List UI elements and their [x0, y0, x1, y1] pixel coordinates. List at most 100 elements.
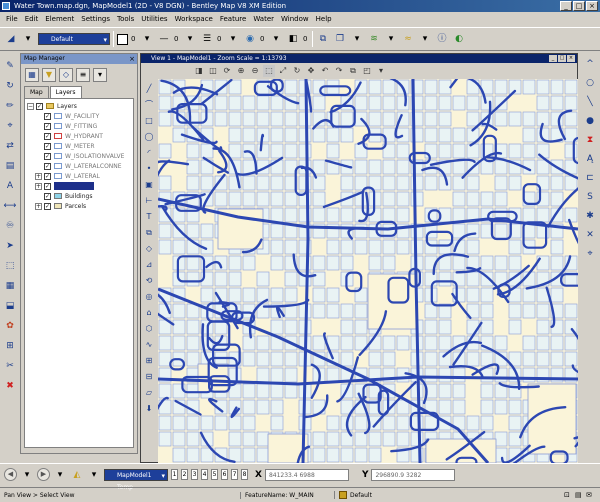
line-style-icon[interactable]: — — [157, 32, 171, 46]
point-place-icon[interactable]: ○ — [583, 76, 597, 89]
fitting-icon[interactable]: ⊏ — [583, 171, 597, 184]
pencil-icon[interactable]: ✏ — [3, 99, 17, 112]
rotate-element-icon[interactable]: ⟲ — [143, 275, 155, 287]
message-icon[interactable]: ✉ — [586, 491, 594, 499]
snap-tool-icon[interactable]: ⌖ — [583, 247, 597, 260]
fence-icon[interactable]: ⬚ — [3, 259, 17, 272]
view-next-icon[interactable]: ↷ — [333, 65, 345, 77]
view-6-button[interactable]: 6 — [221, 469, 228, 480]
valve-icon[interactable]: ⧗ — [583, 133, 597, 146]
move-icon[interactable]: ⇄ — [3, 139, 17, 152]
tab-layers[interactable]: Layers — [49, 86, 82, 98]
level-manager-icon[interactable]: ◢ — [4, 32, 18, 46]
menu-water[interactable]: Water — [253, 15, 274, 23]
view-5-button[interactable]: 5 — [211, 469, 218, 480]
view-1-button[interactable]: 1 — [171, 469, 178, 480]
dropdown-arrow-icon[interactable]: ▾ — [226, 32, 240, 46]
menu-feature[interactable]: Feature — [220, 15, 246, 23]
dimension-tool-icon[interactable]: ⊢ — [143, 195, 155, 207]
ellipse-tool-icon[interactable]: ◯ — [143, 131, 155, 143]
pipe-tool-icon[interactable]: ⬓ — [3, 299, 17, 312]
y-coordinate-field[interactable]: 296890.9 3282 — [371, 468, 456, 481]
marker-icon[interactable]: ● — [583, 114, 597, 127]
lock-icon[interactable] — [339, 491, 347, 499]
layer-tree-row[interactable]: + ✓ W_LATERAL — [25, 171, 133, 181]
eraser-icon[interactable]: ✎ — [3, 59, 17, 72]
dropdown-arrow-icon[interactable]: ▾ — [87, 468, 101, 482]
pan-view-icon[interactable]: ✥ — [305, 65, 317, 77]
open-icon[interactable]: ▼ — [42, 68, 56, 82]
view-3-button[interactable]: 3 — [191, 469, 198, 480]
dropdown-arrow-icon[interactable]: ▾ — [269, 32, 283, 46]
view-2-button[interactable]: 2 — [181, 469, 188, 480]
layer-tree-row[interactable]: + ✓ — [25, 181, 133, 191]
text-tool-icon[interactable]: A — [3, 179, 17, 192]
forward-icon[interactable]: ▶ — [37, 468, 50, 481]
layer-tree-row[interactable]: ✓ W_HYDRANT — [25, 131, 133, 141]
cut-icon[interactable]: ✂ — [3, 359, 17, 372]
menu-file[interactable]: File — [6, 15, 18, 23]
copy-view-icon[interactable]: ⧉ — [347, 65, 359, 77]
grid-icon[interactable]: ▦ — [3, 279, 17, 292]
layer-visibility-checkbox[interactable]: ✓ — [44, 202, 51, 210]
zoom-out-icon[interactable]: ⊖ — [249, 65, 261, 77]
globe-icon[interactable]: ◉ — [243, 32, 257, 46]
layer-tree-row[interactable]: ✓ W_LATERALCONNE — [25, 161, 133, 171]
menu-help[interactable]: Help — [316, 15, 332, 23]
annotation-icon[interactable]: Ą — [583, 152, 597, 165]
file-status-icon[interactable]: ▤ — [575, 491, 583, 499]
window-area-icon[interactable]: ⬚ — [263, 65, 275, 77]
rectangle-tool-icon[interactable]: □ — [143, 115, 155, 127]
info-icon[interactable]: ⓘ — [435, 32, 449, 46]
zoom-in-icon[interactable]: ⊕ — [235, 65, 247, 77]
list-icon[interactable]: ≡ — [76, 68, 90, 82]
dropdown-arrow-icon[interactable]: ▾ — [93, 68, 107, 82]
binoculars-icon[interactable]: ♾ — [3, 219, 17, 232]
view-attributes-icon[interactable]: ◨ — [193, 65, 205, 77]
delete-icon[interactable]: ✖ — [3, 379, 17, 392]
minimize-icon[interactable]: _ — [560, 1, 572, 11]
view-8-button[interactable]: 8 — [241, 469, 248, 480]
dropdown-arrow-icon[interactable]: ▾ — [183, 32, 197, 46]
dropdown-arrow-icon[interactable]: ▾ — [384, 32, 398, 46]
ungroup-icon[interactable]: ⊟ — [143, 371, 155, 383]
layer-visibility-checkbox[interactable]: ✓ — [44, 112, 51, 120]
maximize-icon[interactable]: □ — [573, 1, 585, 11]
expand-icon[interactable]: + — [35, 202, 42, 210]
hydrant-icon[interactable]: ✱ — [583, 209, 597, 222]
color-swatch-icon[interactable] — [117, 33, 128, 45]
layer-visibility-checkbox[interactable]: ✓ — [44, 162, 51, 170]
layer-visibility-checkbox[interactable]: ✓ — [44, 172, 51, 180]
layer-tree-row[interactable]: + ✓ Parcels — [25, 201, 133, 211]
rotate-view-icon[interactable]: ↻ — [291, 65, 303, 77]
display-icon[interactable]: ◇ — [59, 68, 73, 82]
caret-icon[interactable]: ^ — [583, 57, 597, 70]
layer-tree-row[interactable]: ✓ Buildings — [25, 191, 133, 201]
expand-icon[interactable]: + — [35, 172, 42, 180]
add-layer-icon[interactable]: ▦ — [25, 68, 39, 82]
update-view-icon[interactable]: ⟳ — [221, 65, 233, 77]
menu-tools[interactable]: Tools — [117, 15, 134, 23]
layer-tree-row[interactable]: ✓ W_FITTING — [25, 121, 133, 131]
copy-icon[interactable]: ⧉ — [316, 32, 330, 46]
collapse-icon[interactable]: − — [27, 102, 34, 110]
menu-edit[interactable]: Edit — [25, 15, 39, 23]
view-rotate-icon[interactable]: ↻ — [3, 79, 17, 92]
layer-visibility-checkbox[interactable]: ✓ — [44, 142, 51, 150]
tools-icon[interactable]: ≈ — [401, 32, 415, 46]
attach-icon[interactable]: ❐ — [333, 32, 347, 46]
copy-element-icon[interactable]: ⧉ — [143, 227, 155, 239]
dropdown-arrow-icon[interactable]: ▾ — [350, 32, 364, 46]
expand-icon[interactable]: + — [35, 182, 42, 190]
display-style-icon[interactable]: ◫ — [207, 65, 219, 77]
layers-icon[interactable]: ≋ — [367, 32, 381, 46]
tab-map[interactable]: Map — [24, 86, 49, 98]
menu-utilities[interactable]: Utilities — [141, 15, 167, 23]
layer-visibility-checkbox[interactable]: ✓ — [44, 192, 51, 200]
arc-tool-icon[interactable]: ◜ — [143, 147, 155, 159]
layer-tree-row[interactable]: − ✓ Layers — [25, 101, 133, 111]
layer-visibility-checkbox[interactable]: ✓ — [36, 102, 43, 110]
target-icon[interactable]: ◎ — [143, 291, 155, 303]
menu-window[interactable]: Window — [281, 15, 309, 23]
view-7-button[interactable]: 7 — [231, 469, 238, 480]
